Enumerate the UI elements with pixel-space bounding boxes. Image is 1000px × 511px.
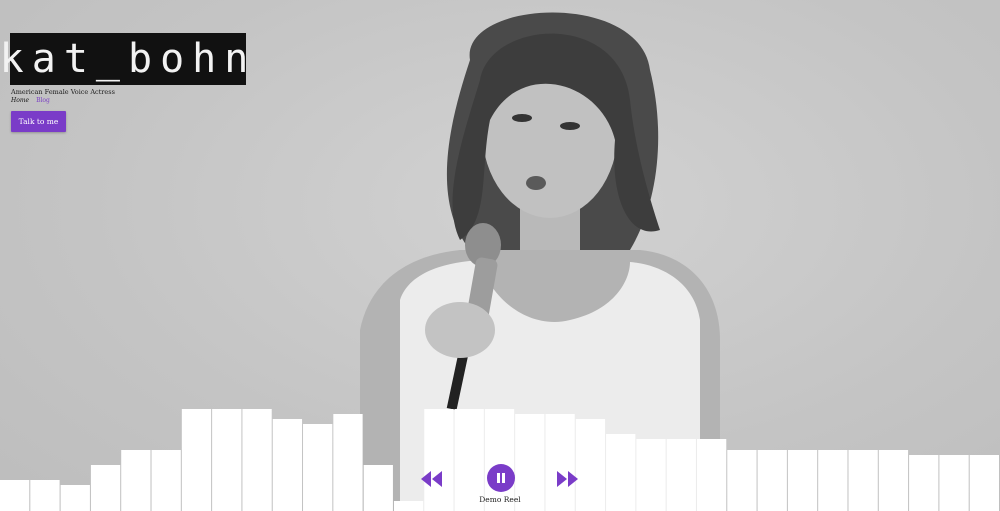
rewind-icon	[421, 471, 442, 487]
talk-to-me-button[interactable]: Talk to me	[11, 111, 66, 132]
fast-forward-icon	[557, 471, 578, 487]
logo-text: kat_bohn	[0, 36, 257, 82]
rewind-button[interactable]	[419, 469, 445, 489]
portrait-image	[360, 12, 720, 511]
site-logo[interactable]: kat_bohn	[0, 33, 248, 85]
nav-blog-link[interactable]: Blog	[36, 97, 50, 104]
nav-home-link[interactable]: Home	[11, 97, 29, 104]
pause-button[interactable]	[487, 464, 515, 492]
pause-icon	[497, 473, 505, 483]
fast-forward-button[interactable]	[554, 469, 580, 489]
audio-player: Demo Reel	[0, 455, 1000, 511]
tagline: American Female Voice Actress	[11, 88, 115, 96]
track-title: Demo Reel	[479, 495, 521, 504]
main-nav: Home Blog	[11, 97, 50, 104]
